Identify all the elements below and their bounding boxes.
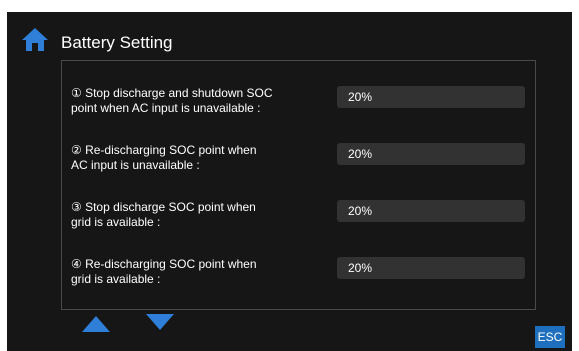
setting-row-redischarge-ac-unavailable: ② Re-discharging SOC point when AC input… xyxy=(71,140,531,180)
setting-row-stop-discharge-grid-available: ③ Stop discharge SOC point when grid is … xyxy=(71,197,531,237)
battery-setting-screen: Battery Setting ① Stop discharge and shu… xyxy=(7,12,572,351)
setting-label-line: ④ Re-discharging SOC point when xyxy=(71,257,257,271)
setting-label-line: grid is available : xyxy=(71,215,161,229)
setting-value-field[interactable]: 20% xyxy=(337,257,525,279)
settings-panel: ① Stop discharge and shutdown SOC point … xyxy=(61,60,536,310)
setting-row-stop-discharge-shutdown: ① Stop discharge and shutdown SOC point … xyxy=(71,83,531,123)
setting-row-redischarge-grid-available: ④ Re-discharging SOC point when grid is … xyxy=(71,254,531,294)
home-icon[interactable] xyxy=(21,27,49,52)
scroll-down-button[interactable] xyxy=(145,312,175,332)
triangle-down-icon xyxy=(146,314,174,330)
esc-button[interactable]: ESC xyxy=(535,326,565,348)
setting-label-line: ③ Stop discharge SOC point when xyxy=(71,200,256,214)
setting-value-field[interactable]: 20% xyxy=(337,143,525,165)
setting-label-line: AC input is unavailable : xyxy=(71,158,200,172)
setting-label-line: ② Re-discharging SOC point when xyxy=(71,143,257,157)
setting-label: ① Stop discharge and shutdown SOC point … xyxy=(71,86,326,116)
setting-label-line: grid is available : xyxy=(71,272,161,286)
setting-label-line: point when AC input is unavailable : xyxy=(71,101,261,115)
scroll-up-button[interactable] xyxy=(81,314,111,334)
setting-label-line: ① Stop discharge and shutdown SOC xyxy=(71,86,273,100)
setting-label: ② Re-discharging SOC point when AC input… xyxy=(71,143,326,173)
setting-label: ③ Stop discharge SOC point when grid is … xyxy=(71,200,326,230)
setting-label: ④ Re-discharging SOC point when grid is … xyxy=(71,257,326,287)
setting-value-field[interactable]: 20% xyxy=(337,86,525,108)
setting-value-field[interactable]: 20% xyxy=(337,200,525,222)
triangle-up-icon xyxy=(82,316,110,332)
page-title: Battery Setting xyxy=(61,33,173,52)
